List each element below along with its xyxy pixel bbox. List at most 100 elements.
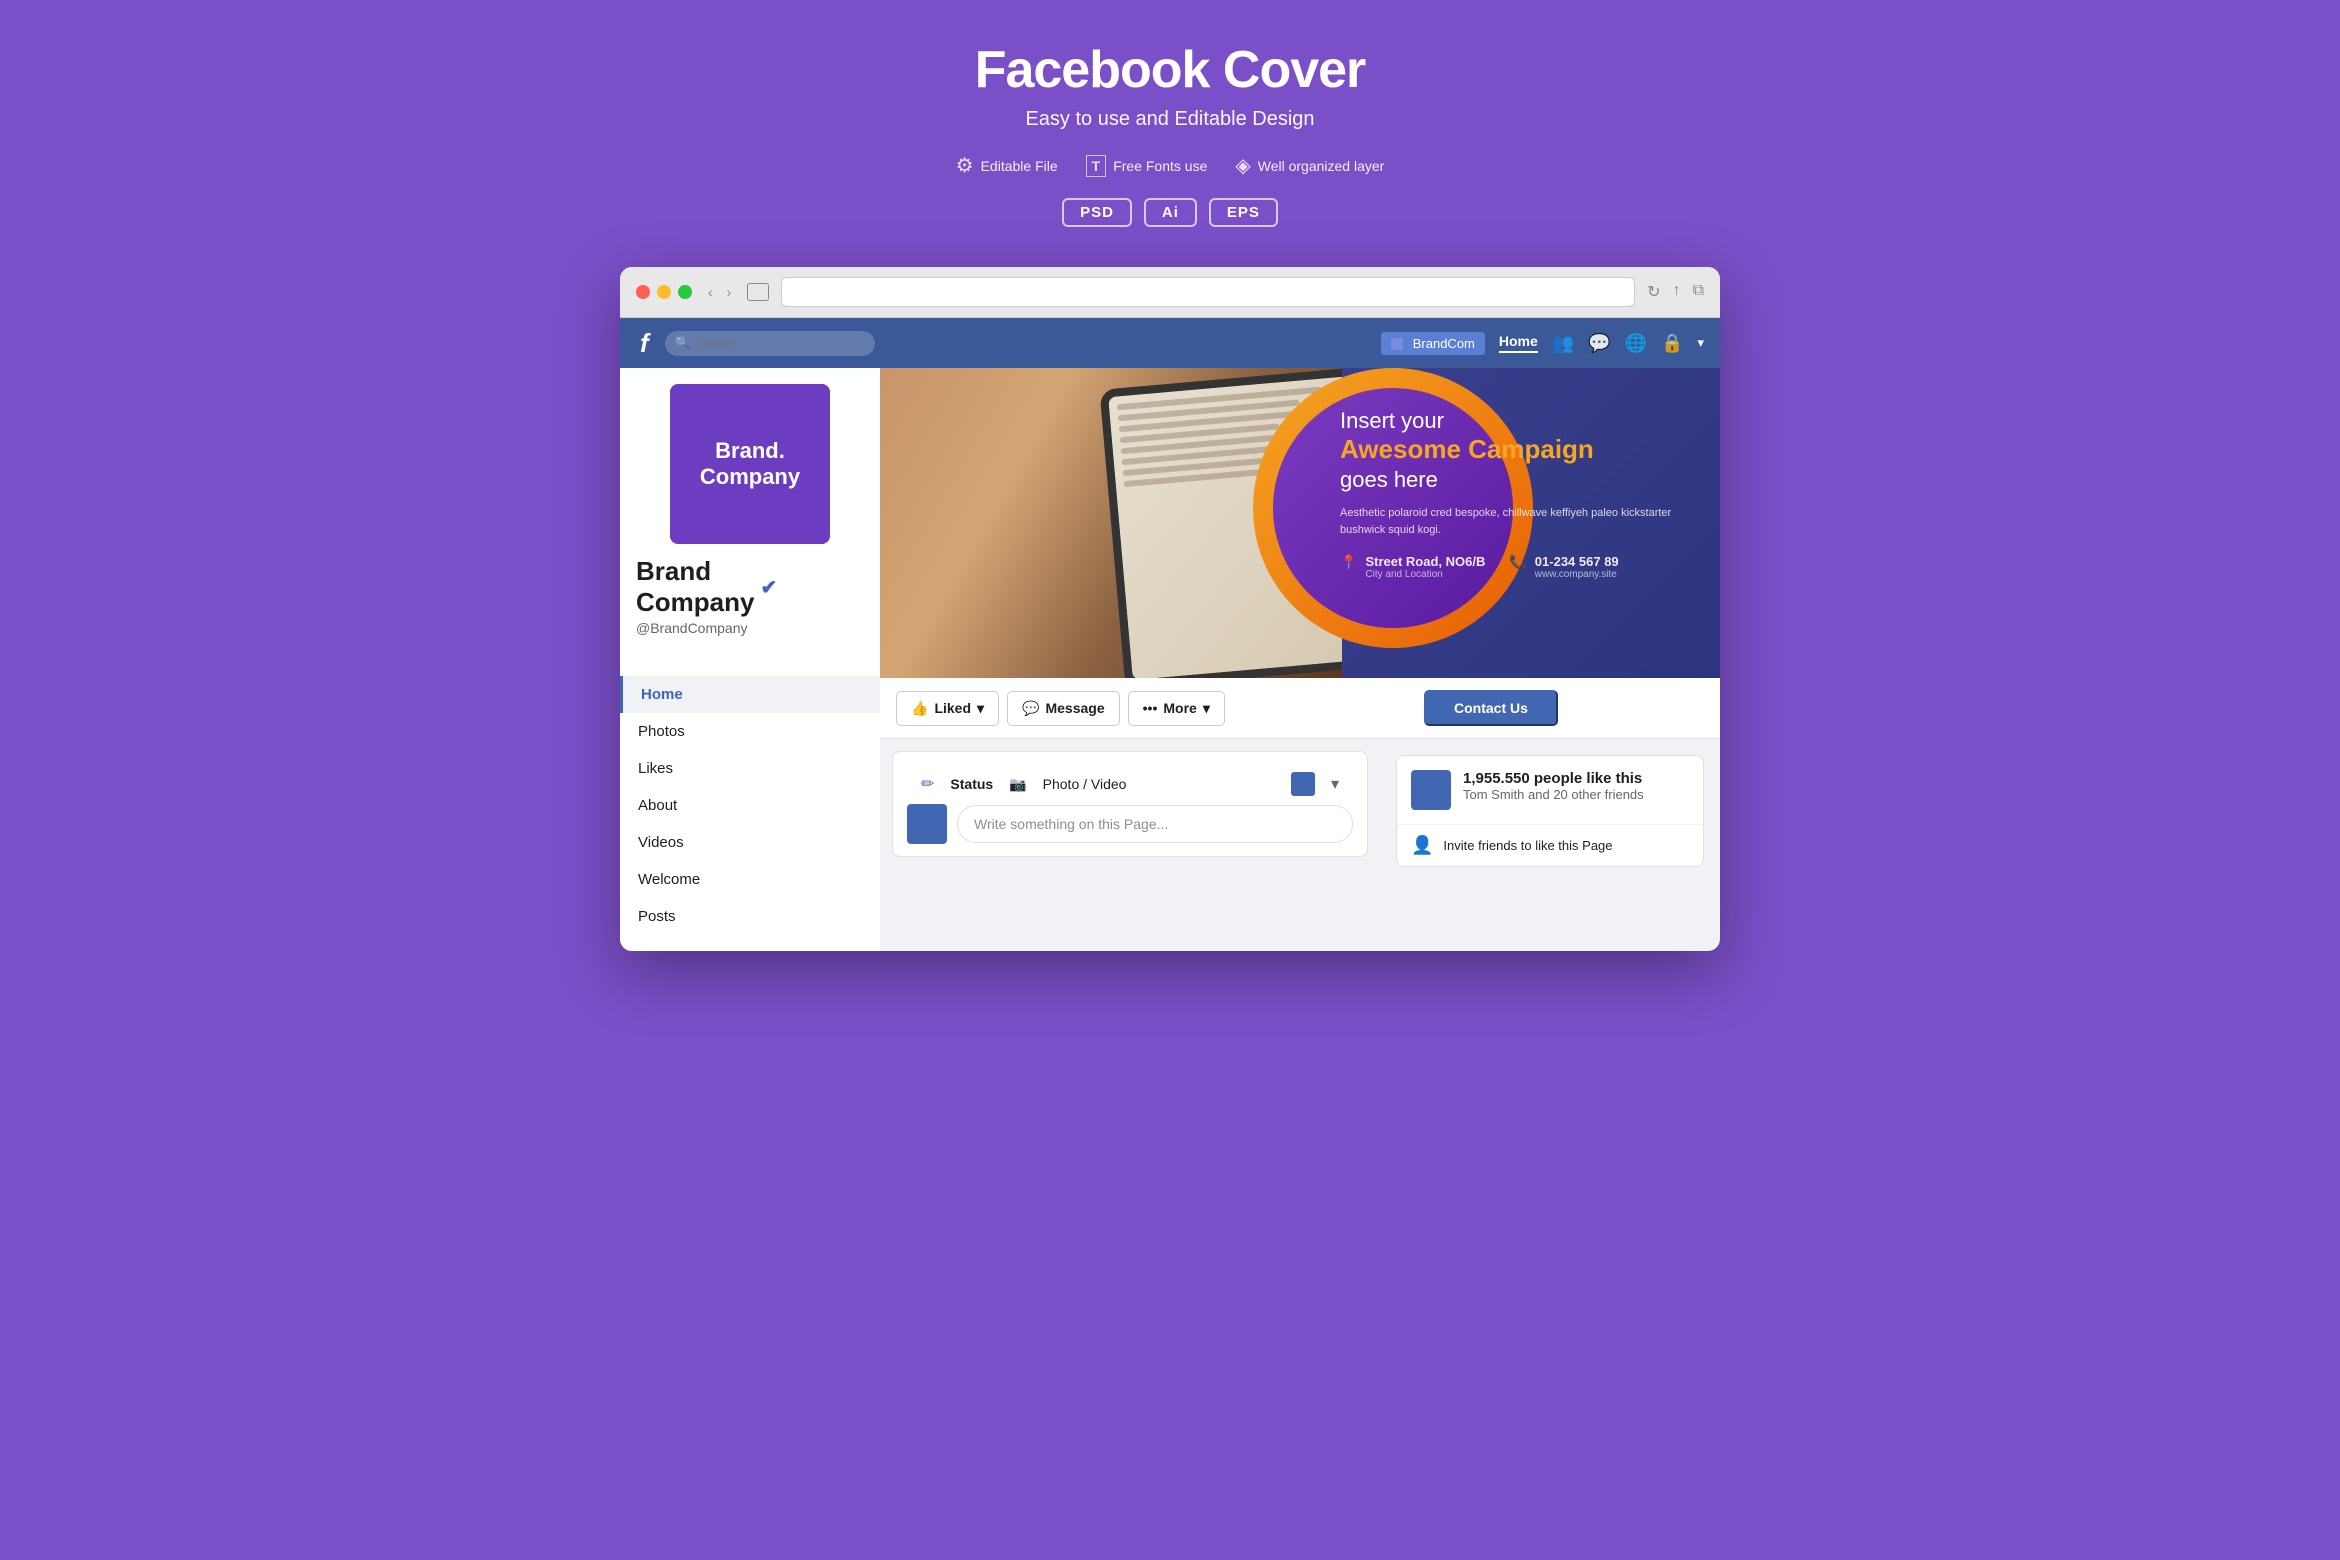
maximize-button[interactable] xyxy=(678,285,692,299)
friends-icon[interactable]: 👥 xyxy=(1552,333,1574,354)
post-color-picker[interactable] xyxy=(1291,772,1315,796)
phone-contact: 📞 01-234 567 89 www.company.site xyxy=(1509,554,1618,580)
nav-item-videos[interactable]: Videos xyxy=(620,824,880,861)
fb-content: Brand.Company BrandCompany ✔ @BrandCompa… xyxy=(620,368,1720,951)
message-label: Message xyxy=(1045,700,1104,716)
dropdown-arrow[interactable]: ▾ xyxy=(1697,335,1704,351)
liked-label: Liked xyxy=(934,700,971,716)
location-icon: 📍 xyxy=(1340,554,1357,571)
organized-icon: ◈ xyxy=(1235,153,1250,178)
phone-icon: 📞 xyxy=(1509,554,1526,571)
fonts-label: Free Fonts use xyxy=(1113,158,1207,174)
forward-arrow[interactable]: › xyxy=(723,282,736,302)
likes-widget: 1,955.550 people like this Tom Smith and… xyxy=(1396,755,1704,867)
status-row: ✏ Status 📷 Photo / Video ▾ xyxy=(907,764,1353,796)
feature-organized: ◈ Well organized layer xyxy=(1235,153,1384,178)
post-avatar xyxy=(907,804,947,844)
status-area: ✏ Status 📷 Photo / Video ▾ Write somethi… xyxy=(892,751,1368,857)
fonts-icon: T xyxy=(1086,155,1107,177)
messages-icon[interactable]: 💬 xyxy=(1588,333,1610,354)
nav-item-posts[interactable]: Posts xyxy=(620,898,880,935)
invite-row[interactable]: 👤 Invite friends to like this Page xyxy=(1397,824,1703,866)
profile-name: BrandCompany ✔ xyxy=(636,556,864,618)
fb-lower-content: ✏ Status 📷 Photo / Video ▾ Write somethi… xyxy=(880,739,1720,883)
organized-label: Well organized layer xyxy=(1258,158,1385,174)
camera-icon: 📷 xyxy=(1009,776,1026,793)
badge-ai: Ai xyxy=(1144,198,1197,227)
message-button[interactable]: 💬 Message xyxy=(1007,691,1120,726)
badge-eps: EPS xyxy=(1209,198,1278,227)
badge-psd: PSD xyxy=(1062,198,1132,227)
more-label: More xyxy=(1163,700,1196,716)
address-value: Street Road, NO6/B xyxy=(1365,554,1485,569)
brand-color-indicator xyxy=(1391,338,1403,350)
badges-row: PSD Ai EPS xyxy=(956,198,1385,227)
address-sub: City and Location xyxy=(1365,569,1485,580)
thumbs-up-icon: 👍 xyxy=(911,700,928,717)
more-dropdown-icon: ▾ xyxy=(1203,700,1210,717)
likes-avatar xyxy=(1411,770,1451,810)
post-placeholder: Write something on this Page... xyxy=(974,816,1168,832)
address-bar[interactable] xyxy=(781,277,1635,307)
contact-us-button[interactable]: Contact Us xyxy=(1424,690,1558,726)
liked-button[interactable]: 👍 Liked ▾ xyxy=(896,691,999,726)
message-icon: 💬 xyxy=(1022,700,1039,717)
nav-item-welcome[interactable]: Welcome xyxy=(620,861,880,898)
fb-home-nav[interactable]: Home xyxy=(1499,333,1538,353)
fb-lower-right: 1,955.550 people like this Tom Smith and… xyxy=(1380,739,1720,883)
post-dropdown-arrow[interactable]: ▾ xyxy=(1331,774,1339,794)
likes-desc: Tom Smith and 20 other friends xyxy=(1463,787,1689,802)
campaign-text-overlay: Insert your Awesome Campaign goes here A… xyxy=(1340,408,1700,580)
profile-name-text: BrandCompany xyxy=(636,556,754,618)
likes-info: 1,955.550 people like this Tom Smith and… xyxy=(1463,770,1689,802)
fb-main: Insert your Awesome Campaign goes here A… xyxy=(880,368,1720,951)
brand-name: BrandCom xyxy=(1413,336,1475,351)
tabs-icon[interactable] xyxy=(747,283,769,301)
fb-action-bar: 👍 Liked ▾ 💬 Message ••• More ▾ xyxy=(880,678,1720,739)
post-input-area: Write something on this Page... xyxy=(907,796,1353,844)
campaign-awesome: Awesome Campaign xyxy=(1340,434,1700,465)
fb-nav-right: BrandCom Home 👥 💬 🌐 🔒 ▾ xyxy=(1381,332,1704,355)
campaign-desc: Aesthetic polaroid cred bespoke, chillwa… xyxy=(1340,505,1700,538)
nav-arrows: ‹ › xyxy=(704,282,735,302)
facebook-logo: f xyxy=(636,328,653,359)
nav-item-about[interactable]: About xyxy=(620,787,880,824)
post-text-input[interactable]: Write something on this Page... xyxy=(957,805,1353,843)
search-icon-fb: 🔍 xyxy=(675,335,691,351)
website-value: www.company.site xyxy=(1535,569,1619,580)
browser-window: ‹ › ↻ ↑ ⧉ f 🔍 BrandCom Home 👥 💬 🌐 🔒 ▾ xyxy=(620,267,1720,951)
subtitle: Easy to use and Editable Design xyxy=(956,108,1385,131)
share-icon[interactable]: ↑ xyxy=(1673,282,1681,302)
likes-count: 1,955.550 people like this xyxy=(1463,770,1689,787)
page-title: Facebook Cover xyxy=(956,40,1385,100)
verified-badge-icon: ✔ xyxy=(760,575,777,600)
status-label: Status xyxy=(950,776,993,792)
fb-nav-menu: Home Photos Likes About Videos Welcome P… xyxy=(620,676,880,935)
feature-editable: ⚙ Editable File xyxy=(956,153,1058,178)
address-contact: 📍 Street Road, NO6/B City and Location xyxy=(1340,554,1485,580)
more-dots-icon: ••• xyxy=(1143,700,1158,716)
more-button[interactable]: ••• More ▾ xyxy=(1128,691,1225,726)
close-button[interactable] xyxy=(636,285,650,299)
campaign-contact-row: 📍 Street Road, NO6/B City and Location 📞… xyxy=(1340,554,1700,580)
globe-icon[interactable]: 🌐 xyxy=(1625,333,1647,354)
cover-photo: Insert your Awesome Campaign goes here A… xyxy=(880,368,1720,678)
nav-item-photos[interactable]: Photos xyxy=(620,713,880,750)
duplicate-icon[interactable]: ⧉ xyxy=(1693,282,1704,302)
nav-item-home[interactable]: Home xyxy=(620,676,880,713)
fb-brand-box: BrandCom xyxy=(1381,332,1485,355)
back-arrow[interactable]: ‹ xyxy=(704,282,717,302)
lock-icon[interactable]: 🔒 xyxy=(1661,333,1683,354)
header-section: Facebook Cover Easy to use and Editable … xyxy=(956,40,1385,227)
fb-search-input[interactable] xyxy=(665,331,875,356)
nav-item-likes[interactable]: Likes xyxy=(620,750,880,787)
fb-sidebar: Brand.Company BrandCompany ✔ @BrandCompa… xyxy=(620,368,880,951)
minimize-button[interactable] xyxy=(657,285,671,299)
invite-text: Invite friends to like this Page xyxy=(1443,838,1612,853)
browser-actions: ↻ ↑ ⧉ xyxy=(1647,282,1704,302)
feature-fonts: T Free Fonts use xyxy=(1086,155,1208,177)
edit-status-icon: ✏ xyxy=(921,774,934,794)
photo-video-label: Photo / Video xyxy=(1043,776,1127,792)
refresh-icon[interactable]: ↻ xyxy=(1647,282,1660,302)
campaign-goes: goes here xyxy=(1340,467,1700,493)
